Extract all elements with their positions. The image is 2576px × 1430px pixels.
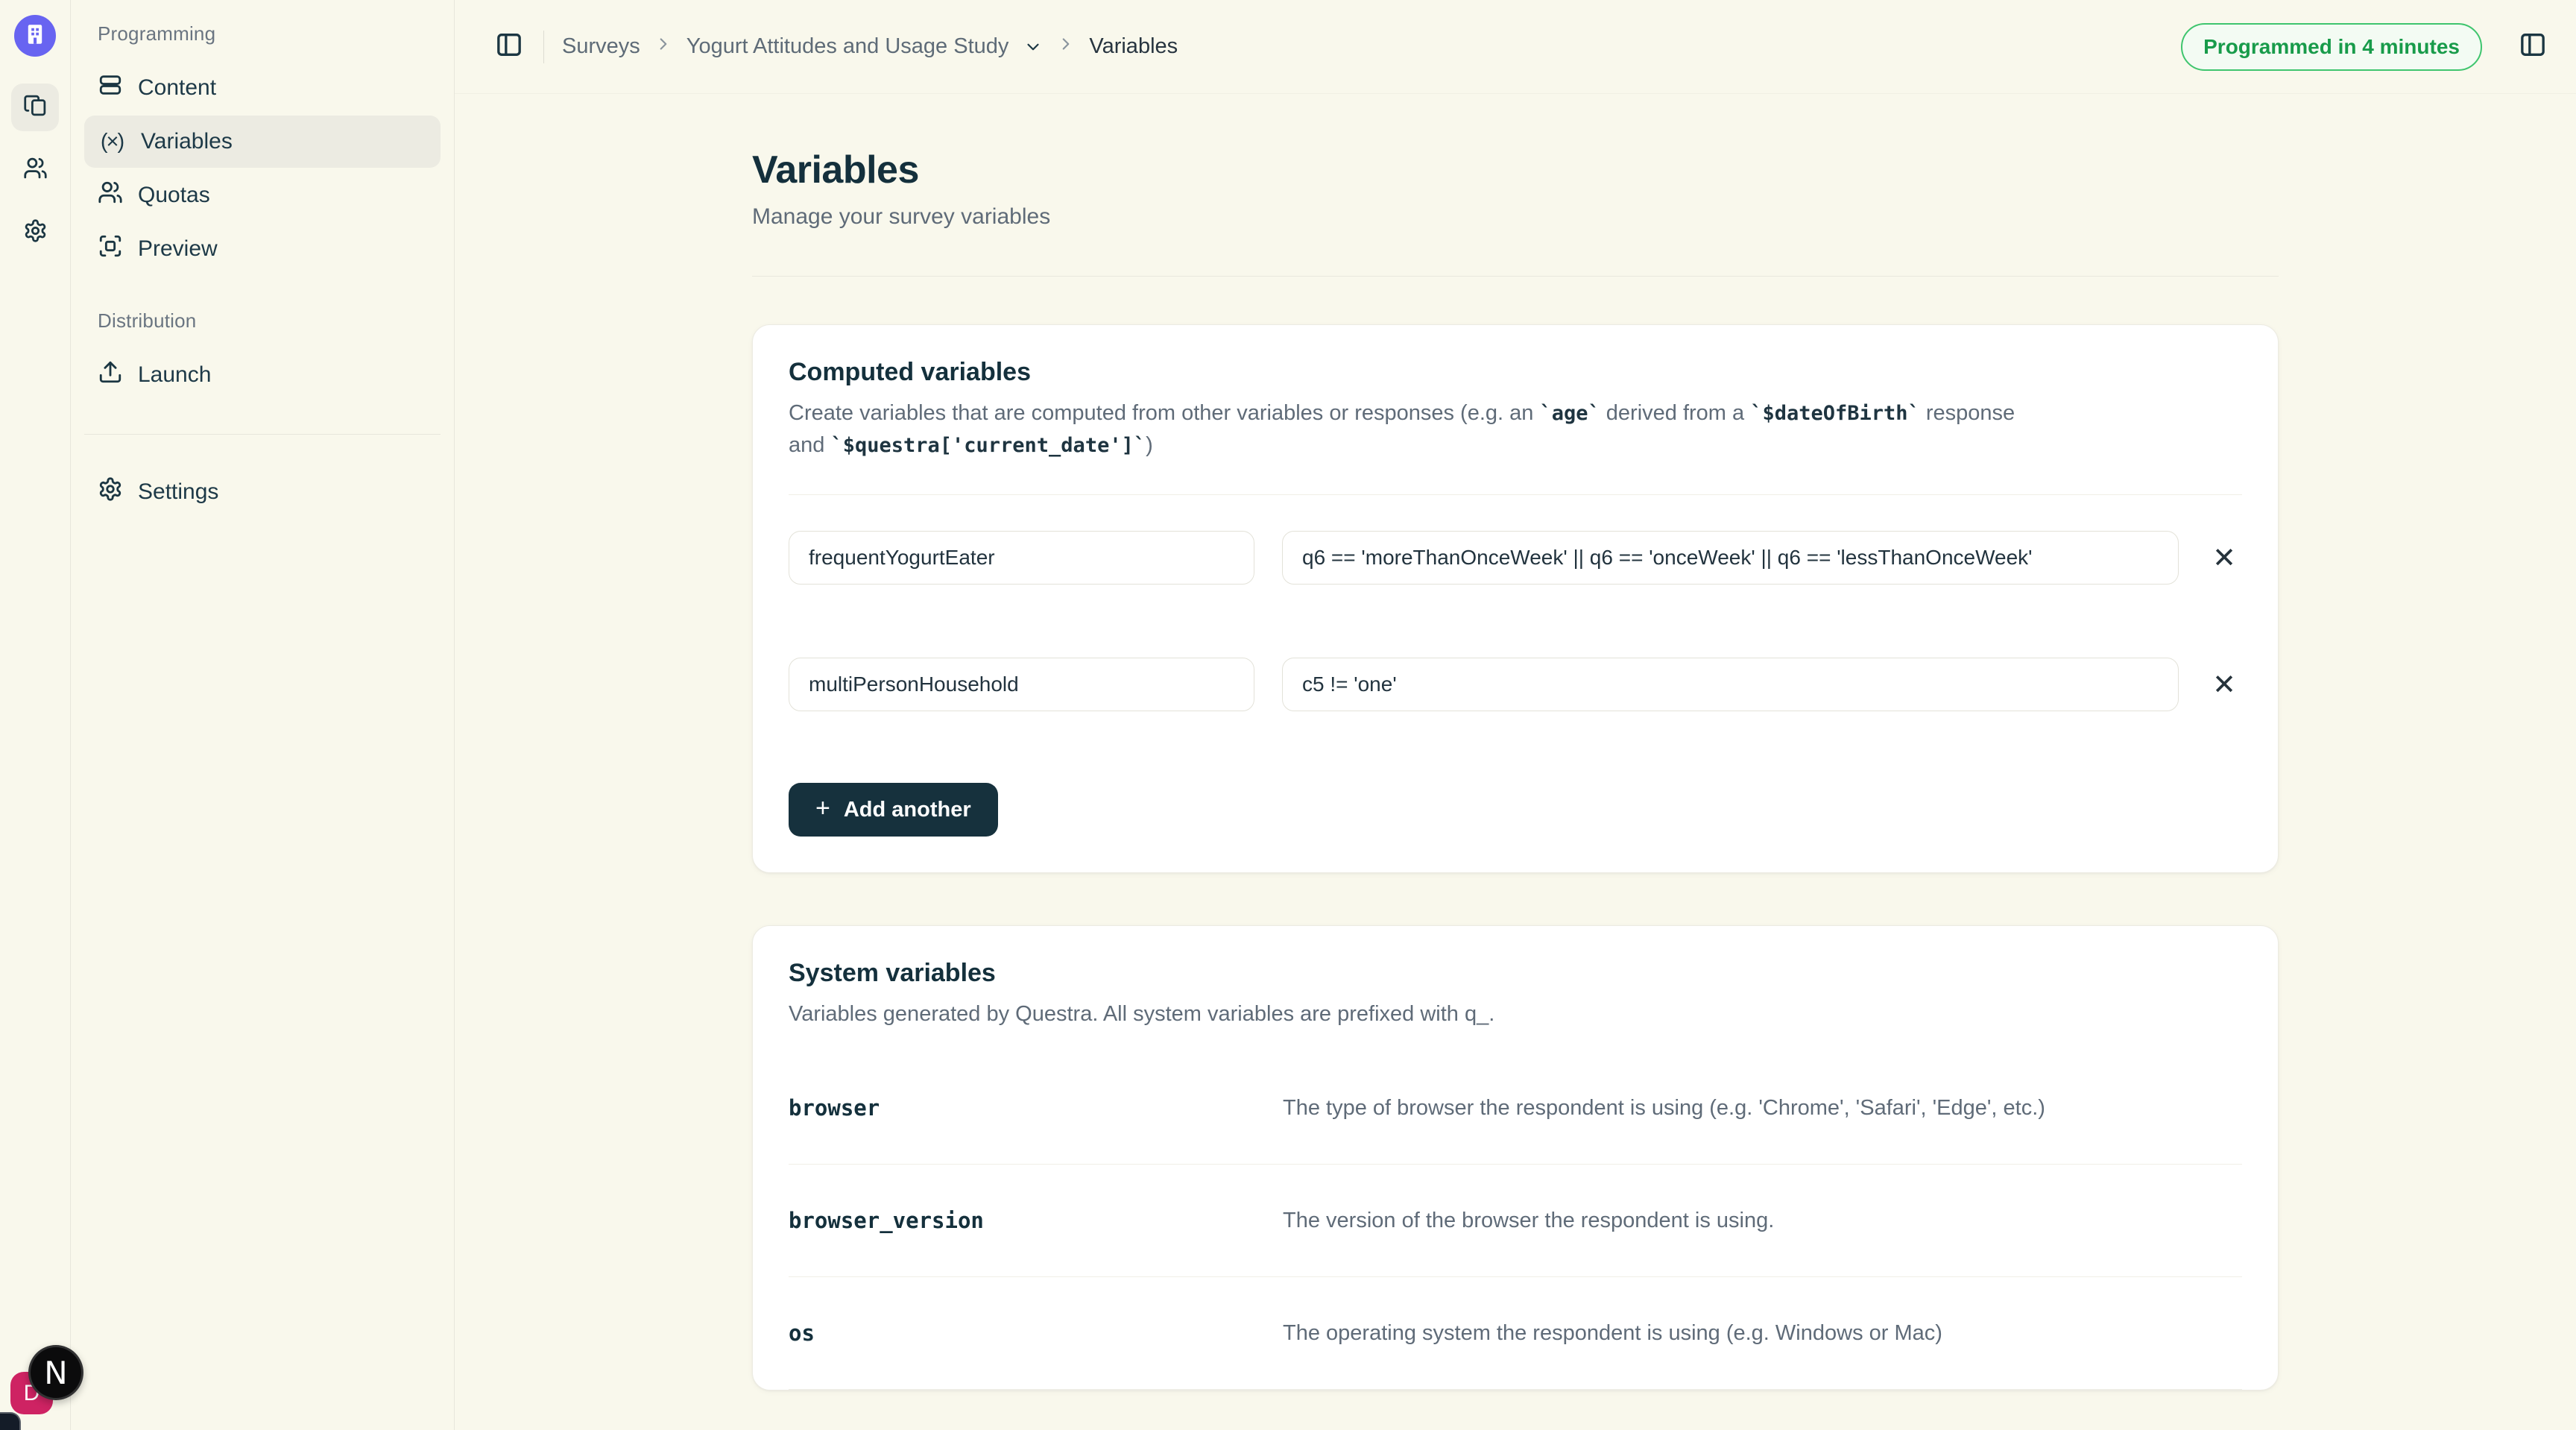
close-icon: ✕ bbox=[2212, 544, 2236, 572]
chevron-right-icon bbox=[1056, 34, 1076, 60]
code-questra-current-date: `$questra['current_date']` bbox=[830, 434, 1146, 457]
sidebar-item-variables[interactable]: (×) Variables bbox=[84, 116, 441, 168]
upload-icon bbox=[98, 359, 123, 391]
topbar-divider bbox=[543, 31, 544, 63]
system-variable-description: The type of browser the respondent is us… bbox=[1283, 1096, 2045, 1121]
icon-rail bbox=[0, 0, 71, 1430]
sidebar-item-settings[interactable]: Settings bbox=[84, 466, 441, 518]
variable-name-input[interactable] bbox=[789, 531, 1254, 585]
system-variable-row: browser The type of browser the responde… bbox=[789, 1052, 2242, 1165]
sidebar-item-label: Quotas bbox=[138, 183, 210, 208]
remove-variable-button[interactable]: ✕ bbox=[2206, 540, 2242, 576]
computed-variable-row: ✕ bbox=[789, 658, 2242, 711]
remove-variable-button[interactable]: ✕ bbox=[2206, 667, 2242, 702]
computed-variables-title: Computed variables bbox=[789, 358, 2242, 387]
system-variables-card: System variables Variables generated by … bbox=[752, 925, 2279, 1390]
gear-icon bbox=[98, 476, 123, 508]
chevron-down-icon[interactable] bbox=[1023, 37, 1043, 57]
panel-left-icon bbox=[494, 30, 524, 63]
variable-name-input[interactable] bbox=[789, 658, 1254, 711]
sidebar: Programming Content (×) Variables bbox=[71, 0, 455, 1430]
chevron-right-icon bbox=[654, 34, 673, 60]
code-age: `age` bbox=[1539, 402, 1600, 425]
sidebar-item-quotas[interactable]: Quotas bbox=[84, 169, 441, 221]
system-variable-description: The operating system the respondent is u… bbox=[1283, 1321, 1942, 1346]
system-variables-description: Variables generated by Questra. All syst… bbox=[789, 998, 2041, 1030]
function-icon: (×) bbox=[98, 130, 126, 154]
computed-variables-description: Create variables that are computed from … bbox=[789, 397, 2041, 462]
system-variable-name: browser bbox=[789, 1095, 1283, 1121]
breadcrumb-variables: Variables bbox=[1089, 34, 1178, 59]
sidebar-item-label: Variables bbox=[141, 129, 233, 154]
sidebar-item-preview[interactable]: Preview bbox=[84, 223, 441, 275]
users-icon bbox=[23, 156, 48, 184]
users-icon bbox=[98, 180, 123, 211]
content-scroll-area[interactable]: Variables Manage your survey variables C… bbox=[455, 94, 2576, 1430]
nextjs-badge[interactable]: N bbox=[28, 1345, 83, 1400]
sidebar-item-launch[interactable]: Launch bbox=[84, 349, 441, 401]
system-variable-description: The version of the browser the responden… bbox=[1283, 1209, 1774, 1233]
sidebar-item-label: Settings bbox=[138, 479, 218, 505]
system-variable-name: os bbox=[789, 1320, 1283, 1346]
close-icon: ✕ bbox=[2212, 670, 2236, 699]
system-variables-title: System variables bbox=[789, 959, 2242, 988]
programmed-status-badge[interactable]: Programmed in 4 minutes bbox=[2181, 23, 2482, 71]
sidebar-item-label: Launch bbox=[138, 362, 211, 388]
org-logo[interactable] bbox=[14, 15, 56, 57]
main-area: Surveys Yogurt Attitudes and Usage Study… bbox=[455, 0, 2576, 1430]
corner-dev-chip[interactable] bbox=[0, 1412, 21, 1430]
page-subtitle: Manage your survey variables bbox=[752, 204, 2279, 230]
building-icon bbox=[22, 22, 48, 51]
gear-icon bbox=[23, 218, 48, 247]
page-title: Variables bbox=[752, 148, 2279, 192]
system-variables-list: browser The type of browser the responde… bbox=[789, 1052, 2242, 1390]
panel-right-icon bbox=[2518, 30, 2548, 63]
rail-audience-button[interactable] bbox=[11, 146, 59, 194]
breadcrumb-study[interactable]: Yogurt Attitudes and Usage Study bbox=[686, 34, 1009, 59]
system-variable-name: browser_version bbox=[789, 1208, 1283, 1233]
system-variable-row: os The operating system the respondent i… bbox=[789, 1277, 2242, 1390]
add-another-button[interactable]: + Add another bbox=[789, 783, 998, 837]
sidebar-section-label: Programming bbox=[84, 22, 441, 45]
computed-variable-row: ✕ bbox=[789, 531, 2242, 585]
sidebar-section-label: Distribution bbox=[84, 309, 441, 333]
card-divider bbox=[789, 494, 2242, 495]
code-dateofbirth: `$dateOfBirth` bbox=[1750, 402, 1920, 425]
variable-expression-input[interactable] bbox=[1282, 658, 2179, 711]
variable-expression-input[interactable] bbox=[1282, 531, 2179, 585]
rows-icon bbox=[98, 72, 123, 104]
sidebar-divider bbox=[84, 434, 441, 435]
sidebar-toggle-button[interactable] bbox=[488, 26, 530, 68]
app-window: Programming Content (×) Variables bbox=[0, 0, 2576, 1430]
scan-icon bbox=[98, 233, 123, 265]
copy-icon bbox=[23, 93, 48, 122]
system-variable-row: browser_version The version of the brows… bbox=[789, 1165, 2242, 1277]
breadcrumb-surveys[interactable]: Surveys bbox=[562, 34, 640, 59]
breadcrumb: Surveys Yogurt Attitudes and Usage Study… bbox=[562, 34, 1178, 60]
topbar: Surveys Yogurt Attitudes and Usage Study… bbox=[455, 0, 2576, 94]
right-panel-toggle-button[interactable] bbox=[2512, 26, 2554, 68]
rail-settings-button[interactable] bbox=[11, 209, 59, 256]
plus-icon: + bbox=[815, 794, 830, 823]
sidebar-item-content[interactable]: Content bbox=[84, 62, 441, 114]
sidebar-item-label: Preview bbox=[138, 236, 218, 262]
sidebar-item-label: Content bbox=[138, 75, 216, 101]
computed-variables-card: Computed variables Create variables that… bbox=[752, 324, 2279, 873]
rail-surveys-button[interactable] bbox=[11, 84, 59, 131]
page-divider bbox=[752, 276, 2279, 277]
